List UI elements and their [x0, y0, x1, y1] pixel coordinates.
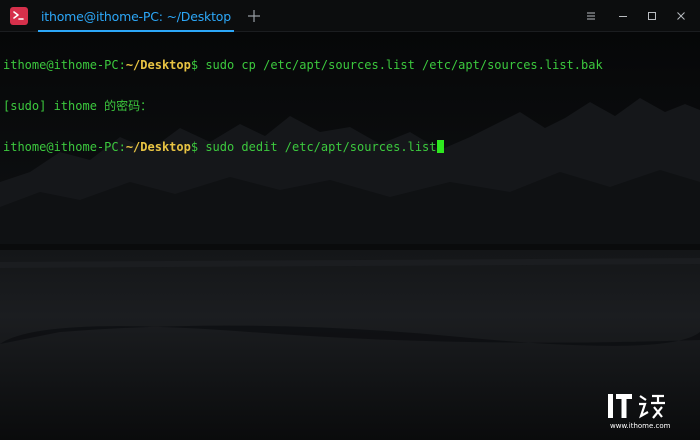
command-text: sudo dedit /etc/apt/sources.list: [205, 140, 437, 154]
prompt-symbol: $: [190, 58, 206, 72]
sudo-password-prompt: [sudo] ithome 的密码：: [3, 98, 153, 113]
terminal-window: ithome@ithome-PC: ~/Desktop ithome@ithom…: [0, 0, 700, 440]
plus-icon: [248, 10, 260, 22]
prompt-symbol: $: [190, 140, 206, 154]
maximize-button[interactable]: [642, 6, 662, 26]
menu-icon: [587, 12, 595, 20]
prompt-user-host: ithome@ithome-PC: [3, 58, 119, 72]
prompt-separator: :: [118, 58, 126, 72]
watermark-url: www.ithome.com: [610, 422, 671, 430]
title-bar[interactable]: ithome@ithome-PC: ~/Desktop: [0, 0, 700, 32]
ithome-watermark-logo: www.ithome.com: [608, 394, 671, 430]
terminal-area[interactable]: ithome@ithome-PC:~/Desktop$ sudo cp /etc…: [0, 32, 700, 440]
text-cursor: [436, 140, 444, 153]
tab-terminal[interactable]: ithome@ithome-PC: ~/Desktop: [38, 0, 234, 32]
minimize-button[interactable]: [613, 6, 633, 26]
close-button[interactable]: [671, 6, 691, 26]
prompt-separator: :: [118, 140, 126, 154]
prompt-user-host: ithome@ithome-PC: [3, 140, 119, 154]
terminal-line-1: ithome@ithome-PC:~/Desktop$ sudo cp /etc…: [3, 58, 697, 73]
prompt-path: ~/Desktop: [125, 140, 191, 154]
command-text: sudo cp /etc/apt/sources.list /etc/apt/s…: [205, 58, 603, 72]
maximize-icon: [648, 12, 656, 20]
window-menu-button[interactable]: [581, 6, 601, 26]
tab-title: ithome@ithome-PC: ~/Desktop: [41, 8, 231, 24]
terminal-line-2: [sudo] ithome 的密码：: [3, 98, 697, 114]
terminal-line-3: ithome@ithome-PC:~/Desktop$ sudo dedit /…: [3, 140, 697, 154]
terminal-app-icon[interactable]: [10, 7, 28, 25]
minimize-icon: [619, 16, 627, 17]
terminal-output: ithome@ithome-PC:~/Desktop$ sudo cp /etc…: [3, 32, 697, 181]
prompt-path: ~/Desktop: [125, 58, 191, 72]
new-tab-button[interactable]: [244, 6, 264, 26]
close-icon: [677, 12, 685, 20]
